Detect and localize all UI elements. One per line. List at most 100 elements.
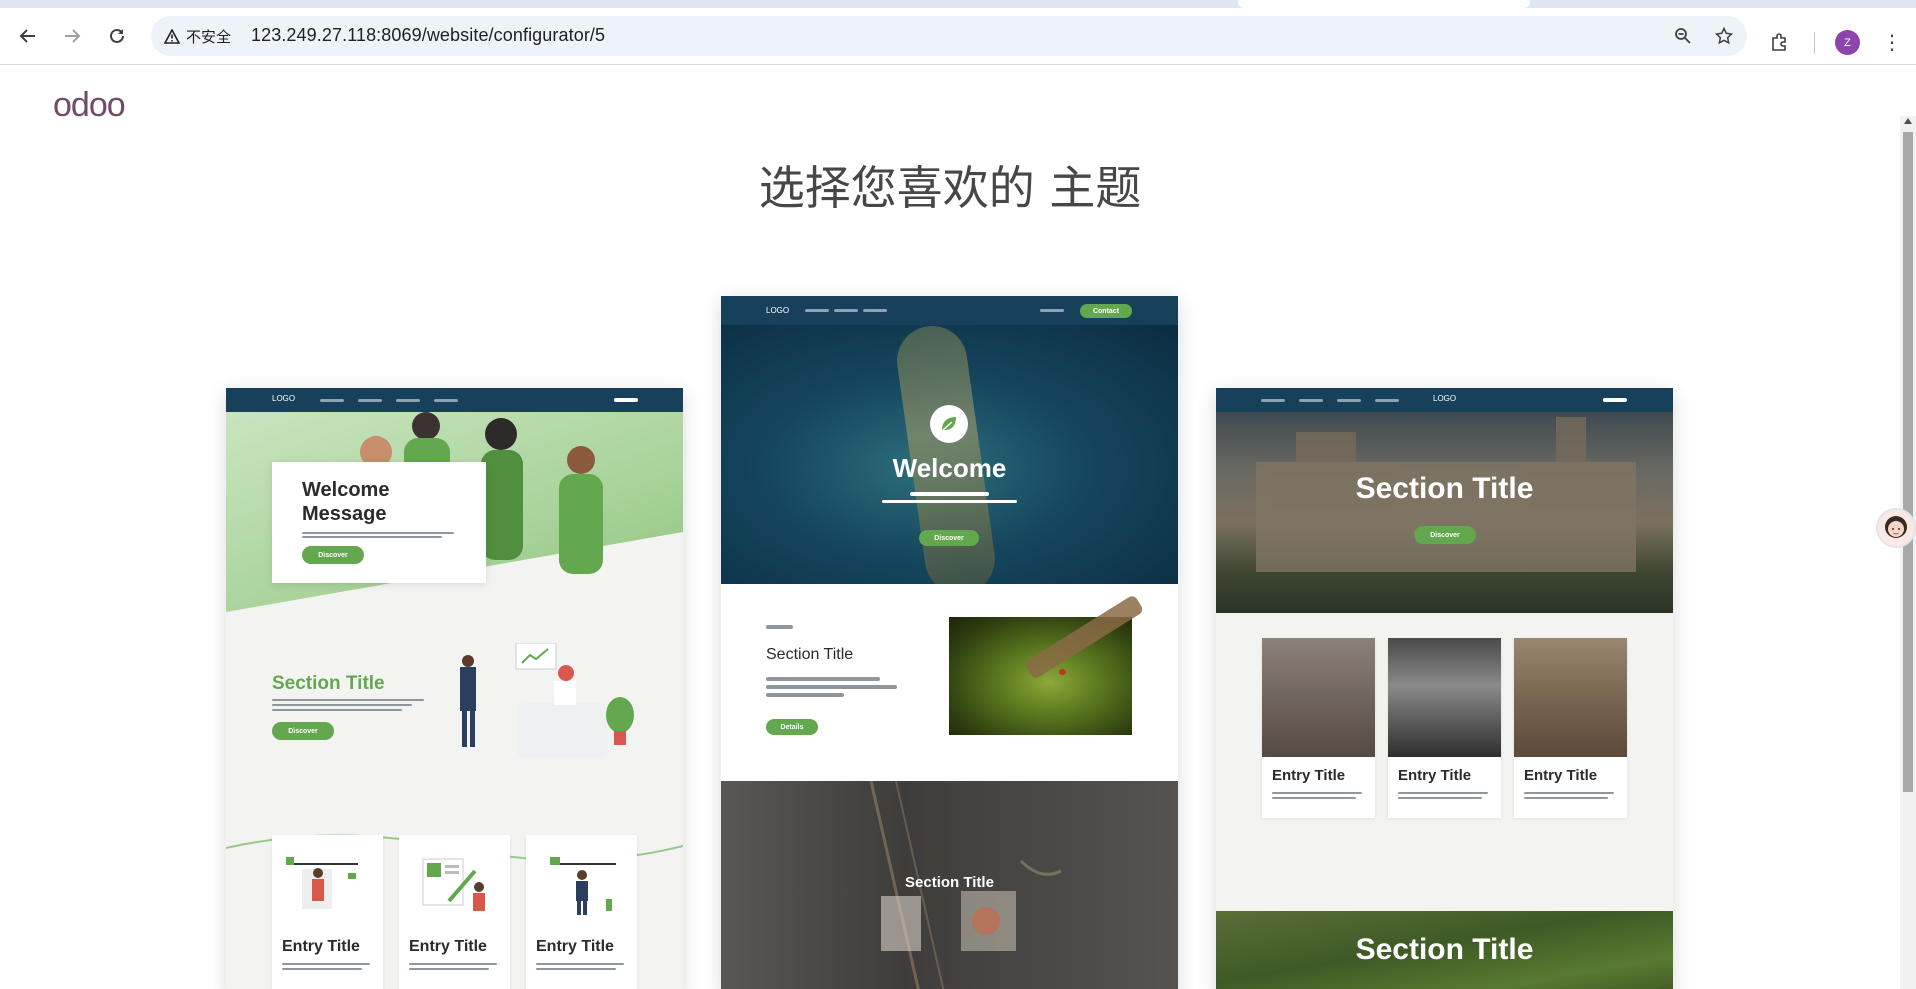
arrow-right-icon	[65, 29, 81, 43]
theme2-text-line	[766, 685, 897, 689]
theme3-nav-link	[1261, 399, 1285, 402]
theme3-entry-image-2	[1388, 638, 1501, 757]
back-button[interactable]	[12, 20, 44, 52]
security-indicator[interactable]: 不安全	[163, 25, 231, 47]
arrow-left-icon	[19, 29, 35, 43]
theme3-entry-card-3: Entry Title	[1514, 638, 1627, 818]
theme2-nav-link	[805, 309, 829, 312]
theme3-nav-link	[1299, 399, 1323, 402]
theme2-section-accent	[766, 625, 793, 629]
address-bar[interactable]: 不安全 123.249.27.118:8069/website/configur…	[151, 16, 1747, 56]
theme3-nav-logo: LOGO	[1433, 394, 1457, 403]
theme1-entry-card-3: Entry Title	[526, 835, 637, 989]
theme1-text-line	[409, 963, 497, 965]
reload-button[interactable]	[101, 20, 133, 52]
page-title-accent: 主题	[1049, 161, 1142, 215]
theme3-entry-title-1: Entry Title	[1272, 767, 1346, 784]
theme3-nav-button	[1603, 398, 1627, 402]
security-label: 不安全	[186, 28, 232, 46]
theme1-text-line	[302, 536, 442, 538]
theme1-entry-illustration-3	[550, 857, 616, 915]
scroll-up-arrow-icon[interactable]	[1904, 118, 1912, 124]
theme2-hero: Welcome Discover	[721, 325, 1178, 584]
theme3-entry-card-2: Entry Title	[1388, 638, 1501, 818]
theme1-text-line	[272, 704, 412, 706]
theme1-welcome-title: Welcome Message	[302, 479, 390, 525]
theme3-text-line	[1272, 797, 1356, 799]
theme1-section-button: Discover	[272, 722, 334, 740]
forward-button[interactable]	[56, 20, 88, 52]
page-content: odoo 选择您喜欢的 主题 LOGO Welcome Message Disc	[0, 66, 1900, 989]
theme2-bottom-title: Section Title	[905, 874, 994, 891]
browser-toolbar: 不安全 123.249.27.118:8069/website/configur…	[0, 8, 1916, 65]
theme1-entry-illustration-2	[422, 858, 485, 911]
theme1-section-title: Section Title	[272, 673, 385, 694]
extensions-icon[interactable]	[1766, 28, 1794, 56]
theme1-entry-card-2: Entry Title	[399, 835, 510, 989]
theme1-section-illustration	[460, 643, 634, 758]
tab-strip	[0, 0, 1916, 8]
theme1-nav-link	[358, 399, 382, 402]
theme3-text-line	[1272, 792, 1362, 794]
url-text[interactable]: 123.249.27.118:8069/website/configurator…	[251, 25, 605, 46]
theme1-text-line	[272, 709, 402, 711]
theme3-hero	[1216, 412, 1673, 613]
theme2-photo-branch	[1023, 594, 1145, 680]
odoo-logo[interactable]: odoo	[53, 86, 126, 125]
theme2-details-button: Details	[766, 719, 818, 735]
theme1-text-line	[272, 699, 424, 701]
theme-card-3[interactable]: LOGO Section Title Discover Entry Title …	[1216, 388, 1673, 989]
theme1-text-line	[282, 963, 370, 965]
theme2-nav-link	[863, 309, 887, 312]
zoom-icon[interactable]	[1671, 24, 1695, 48]
theme3-entry-card-1: Entry Title	[1262, 638, 1375, 818]
profile-avatar[interactable]: Z	[1835, 30, 1860, 55]
theme3-nav-link	[1375, 399, 1399, 402]
theme3-hero-title: Section Title	[1355, 472, 1534, 505]
theme2-navbar: LOGO Contact	[721, 296, 1178, 325]
theme1-hero-button: Discover	[302, 546, 364, 564]
theme1-entry-card-1: Entry Title	[272, 835, 383, 989]
page-scrollbar[interactable]	[1900, 116, 1916, 989]
theme-card-1[interactable]: LOGO Welcome Message Discover Section Ti…	[226, 388, 683, 989]
theme3-navbar: LOGO	[1216, 388, 1673, 412]
theme3-nav-link	[1337, 399, 1361, 402]
theme3-entry-image-1	[1262, 638, 1375, 757]
warning-icon	[163, 27, 181, 45]
theme3-bottom-title: Section Title	[1355, 933, 1534, 966]
theme1-nav-link	[396, 399, 420, 402]
theme1-text-line	[282, 968, 362, 970]
ladybug-icon	[1059, 669, 1066, 675]
bookmark-star-icon[interactable]	[1712, 24, 1736, 48]
theme1-text-line	[536, 963, 624, 965]
more-menu-icon[interactable]: ⋮	[1878, 28, 1906, 56]
theme2-contact-button: Contact	[1080, 304, 1132, 318]
theme2-section: Section Title Details	[721, 584, 1178, 781]
theme3-text-line	[1398, 797, 1482, 799]
theme1-nav-button	[614, 398, 638, 402]
theme1-entry-title-2: Entry Title	[409, 938, 487, 955]
theme-card-2[interactable]: LOGO Contact Welcome Discover Section Ti…	[721, 296, 1178, 989]
theme3-text-line	[1398, 792, 1488, 794]
theme2-hero-button: Discover	[919, 530, 979, 546]
theme1-nav-link	[320, 399, 344, 402]
theme2-text-line	[766, 693, 844, 697]
leaf-icon	[930, 405, 968, 443]
theme3-entry-title-3: Entry Title	[1524, 767, 1598, 784]
theme1-nav-link	[434, 399, 458, 402]
scrollbar-thumb[interactable]	[1903, 132, 1913, 792]
theme1-navbar: LOGO	[226, 388, 683, 412]
theme3-entry-image-3	[1514, 638, 1627, 757]
page-title: 选择您喜欢的 主题	[0, 152, 1900, 218]
assistant-avatar-icon[interactable]	[1876, 508, 1916, 548]
theme2-section-title: Section Title	[766, 646, 854, 663]
page-title-main: 选择您喜欢的	[758, 161, 1035, 215]
active-tab[interactable]	[1238, 0, 1530, 8]
theme2-nav-logo: LOGO	[766, 306, 790, 315]
theme1-entry-title-1: Entry Title	[282, 938, 360, 955]
theme1-entry-illustration-1	[286, 857, 358, 909]
toolbar-separator	[1814, 32, 1815, 54]
reload-icon	[110, 28, 124, 43]
theme2-text-line	[766, 677, 880, 681]
theme1-entry-title-3: Entry Title	[536, 938, 614, 955]
